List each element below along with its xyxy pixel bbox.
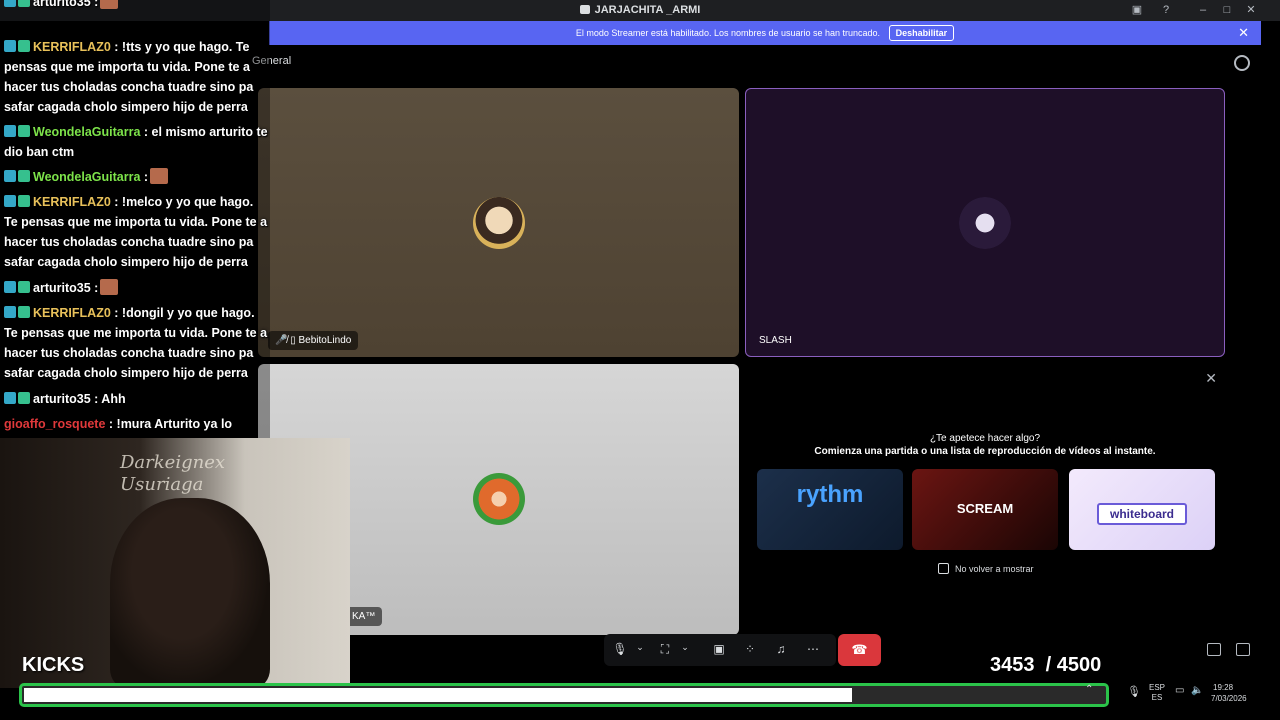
chat-text: :: [94, 0, 99, 9]
nameplate: 🎤̸ ▯ BebitoLindo: [268, 331, 359, 350]
chat-username: arturito35: [33, 281, 91, 295]
avatar: [473, 473, 525, 525]
chevron-up-icon[interactable]: ⌃: [1085, 684, 1093, 695]
camera-off-icon[interactable]: ⛶: [656, 642, 674, 658]
chevron-down-icon[interactable]: ⌄: [676, 642, 694, 658]
chat-message: KERRIFLAZ0 : !tts y yo que hago. Te pens…: [4, 37, 268, 117]
nameplate: KA™: [345, 607, 383, 626]
share-screen-icon[interactable]: ▣: [710, 642, 728, 658]
chat-username: arturito35: [33, 0, 91, 9]
avatar: [959, 197, 1011, 249]
chevron-down-icon[interactable]: ⌄: [631, 642, 649, 658]
volume-icon[interactable]: 🔈: [1191, 685, 1203, 696]
dont-show-again[interactable]: No volver a mostrar: [938, 563, 1034, 574]
chat-username: WeondelaGuitarra: [33, 125, 141, 139]
stream-chat-overlay: arturito35 : KERRIFLAZ0 : !tts y yo que …: [0, 0, 270, 460]
activity-subtitle: Comienza una partida o una lista de repr…: [814, 446, 1156, 457]
chat-message: KERRIFLAZ0 : !melco y yo que hago. Te pe…: [4, 192, 268, 272]
chat-username: KERRIFLAZ0: [33, 306, 111, 320]
activity-card-whiteboard[interactable]: whiteboard: [1069, 469, 1215, 550]
participant-name: BebitoLindo: [298, 335, 352, 346]
popout-icon[interactable]: [1207, 643, 1221, 656]
close-activity-icon[interactable]: ✕: [1205, 370, 1217, 387]
activity-card-rythm[interactable]: rythm: [757, 469, 903, 550]
goal-progress-bar: [19, 683, 1109, 707]
streamer-mode-banner: El modo Streamer está habilitado. Los no…: [269, 21, 1261, 45]
kicks-label: KICKS: [22, 654, 85, 676]
card-label: whiteboard: [1097, 503, 1187, 525]
card-label: rythm: [796, 481, 864, 508]
webcam-feed: Darkeignex Usuriaga: [0, 438, 350, 688]
chat-username: KERRIFLAZ0: [33, 40, 111, 54]
activity-panel: ✕ ¿Te apetece hacer algo? Comienza una p…: [745, 364, 1225, 635]
screen-share-icon[interactable]: ▣: [1129, 3, 1145, 17]
checkbox-label: No volver a mostrar: [955, 564, 1034, 574]
more-options-icon[interactable]: ⋯: [804, 642, 822, 658]
goal-count: 3453: [990, 654, 1035, 676]
window-title-text: JARJACHITA _ARMI: [594, 4, 701, 16]
clock-date[interactable]: 7/03/2026: [1211, 694, 1247, 703]
chat-message: WeondelaGuitarra :: [4, 167, 268, 187]
activity-question: ¿Te apetece hacer algo?: [929, 433, 1041, 444]
activity-card-scream[interactable]: SCREAM: [912, 469, 1058, 550]
participant-name: KA™: [352, 611, 376, 622]
emote-icon: [100, 279, 119, 295]
goal-target: / 4500: [1045, 654, 1102, 676]
chat-text: : Ahh: [94, 392, 126, 406]
microphone-icon[interactable]: 🎙: [1127, 685, 1141, 698]
banner-text: El modo Streamer está habilitado. Los no…: [575, 28, 881, 38]
chat-username: WeondelaGuitarra: [33, 170, 141, 184]
network-icon[interactable]: ▭: [1175, 685, 1184, 696]
chat-message: KERRIFLAZ0 : !dongil y yo que hago. Te p…: [4, 303, 268, 383]
progress-fill: [24, 688, 852, 702]
help-icon[interactable]: ?: [1158, 3, 1174, 17]
hang-up-button[interactable]: ☎: [838, 634, 881, 666]
disable-streamer-button[interactable]: Deshabilitar: [888, 25, 955, 41]
maximize-button[interactable]: □: [1219, 3, 1235, 17]
chat-text: :: [94, 281, 99, 295]
chat-message: arturito35 :: [4, 278, 268, 298]
system-tray: ⌃ 🎙 ESP ES ▭ 🔈 19:28 7/03/2026: [1083, 681, 1263, 707]
language-indicator[interactable]: ESP ES: [1149, 683, 1165, 703]
call-settings-icon[interactable]: [1234, 55, 1250, 71]
emote-icon: [150, 168, 169, 184]
clock-time[interactable]: 19:28: [1213, 683, 1233, 692]
soundboard-icon[interactable]: ♫: [772, 642, 790, 658]
chat-username: arturito35: [33, 392, 91, 406]
call-controls: 🎙 ⌄ ⛶ ⌄ ▣ ⁘ ♫ ⋯: [604, 634, 836, 666]
emote-icon: [100, 0, 119, 9]
chat-message: arturito35 : Ahh: [4, 389, 268, 409]
activities-icon[interactable]: ⁘: [741, 642, 759, 658]
avatar: [473, 197, 525, 249]
card-label: SCREAM: [956, 501, 1014, 516]
streamer: [110, 498, 270, 688]
close-banner-icon[interactable]: ✕: [1238, 21, 1249, 45]
chat-message: WeondelaGuitarra : el mismo arturito te …: [4, 122, 268, 162]
chat-text: :: [143, 170, 149, 184]
goal-counter: 3453 / 4500: [990, 654, 1101, 677]
microphone-icon[interactable]: 🎙: [611, 642, 629, 658]
close-window-button[interactable]: ✕: [1243, 3, 1259, 17]
chat-username: KERRIFLAZ0: [33, 195, 111, 209]
wall-text: Darkeignex Usuriaga: [120, 452, 226, 495]
nameplate: SLASH: [752, 331, 799, 350]
participant-name: SLASH: [759, 335, 792, 346]
discord-icon: [579, 5, 590, 14]
screen: JARJACHITA _ARMI ▣ ? – □ ✕ El modo Strea…: [0, 0, 1280, 720]
checkbox[interactable]: [938, 563, 949, 574]
minimize-button[interactable]: –: [1195, 3, 1211, 17]
chat-message: arturito35 :: [4, 0, 268, 12]
chat-username: gioaffo_rosquete: [4, 417, 106, 431]
fullscreen-icon[interactable]: [1236, 643, 1250, 656]
